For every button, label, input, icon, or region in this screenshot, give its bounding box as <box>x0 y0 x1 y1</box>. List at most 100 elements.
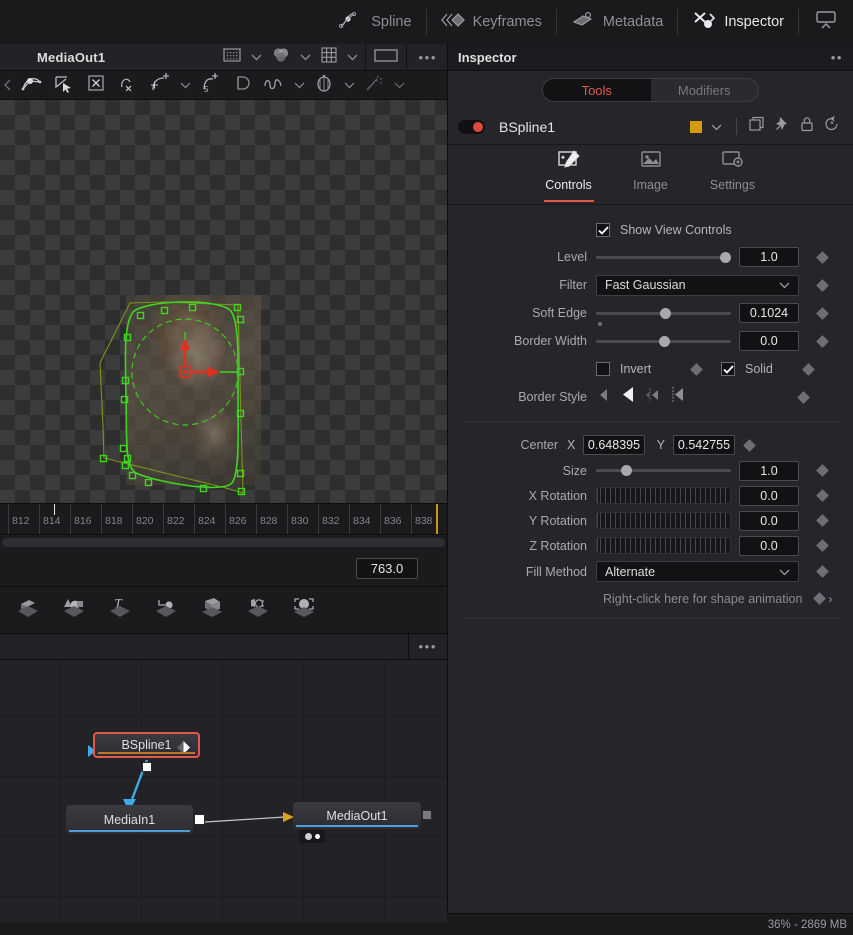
size-keyframe-button[interactable] <box>816 464 829 477</box>
onion-skin-dropdown[interactable] <box>340 71 358 99</box>
size-value-field[interactable]: 1.0 <box>739 460 799 481</box>
y-rotation-value-field[interactable]: 0.0 <box>739 510 799 531</box>
slider-knob[interactable] <box>660 307 671 319</box>
grid-button[interactable] <box>316 44 342 71</box>
node-mediaout1-view-badge[interactable] <box>299 830 325 843</box>
bezier-wave-button[interactable] <box>258 71 290 99</box>
3d-camera-button[interactable] <box>238 590 278 630</box>
level-value-field[interactable]: 1.0 <box>739 247 799 267</box>
select-arrow-button[interactable] <box>48 71 80 99</box>
invert-keyframe-button[interactable] <box>690 362 703 376</box>
z-rotation-value-field[interactable]: 0.0 <box>739 535 799 556</box>
magic-wand-dropdown[interactable] <box>390 71 408 99</box>
3d-text-button[interactable]: T <box>100 590 140 630</box>
border-width-slider[interactable] <box>596 329 731 354</box>
border-width-value-field[interactable]: 0.0 <box>739 331 799 351</box>
3d-transform-button[interactable] <box>146 590 186 630</box>
spline-overlay[interactable] <box>0 100 447 503</box>
slider-knob[interactable] <box>621 465 632 476</box>
roi-dropdown-button[interactable] <box>246 44 267 71</box>
node-mediaout1[interactable]: MediaOut1 <box>293 802 421 829</box>
soft-edge-keyframe-button[interactable] <box>816 306 829 320</box>
shape-animation-keyframe-button[interactable] <box>813 592 827 605</box>
smooth-remove-button[interactable] <box>112 71 144 99</box>
solid-keyframe-button[interactable] <box>801 362 815 376</box>
polyline-point-button[interactable] <box>16 71 48 99</box>
toolbar-item-spline[interactable]: Spline <box>325 0 425 44</box>
x-rotation-value-field[interactable]: 0.0 <box>739 485 799 506</box>
timeline-scrollbar[interactable] <box>2 538 445 547</box>
soft-edge-value-field[interactable]: 0.1024 <box>739 303 799 323</box>
copy-button[interactable] <box>746 116 768 138</box>
filter-dropdown[interactable]: Fast Gaussian <box>596 274 799 296</box>
center-y-field[interactable]: 0.542755 <box>673 435 735 455</box>
viewer-canvas[interactable] <box>0 100 447 503</box>
center-x-field[interactable]: 0.648395 <box>583 435 645 455</box>
node-bspline1-output-port[interactable] <box>142 762 152 772</box>
node-mediain1[interactable]: MediaIn1 <box>66 805 193 834</box>
timeline-ruler[interactable]: 812 814 816 818 820 822 824 826 828 830 … <box>0 503 447 535</box>
toolbar-scroll-left[interactable] <box>0 71 16 99</box>
shape-animation-hint[interactable]: Right-click here for shape animation <box>603 592 802 606</box>
fill-method-dropdown[interactable]: Alternate <box>596 561 799 582</box>
toolbar-item-inspector[interactable]: Inspector <box>678 0 798 44</box>
close-box-button[interactable] <box>80 71 112 99</box>
style-solid-bold-icon[interactable] <box>620 386 635 408</box>
panel-toggle-button[interactable] <box>799 0 853 44</box>
style-solid-left-icon[interactable] <box>596 387 610 408</box>
node-mediaout1-output-port[interactable] <box>422 810 432 820</box>
inspector-overflow-button[interactable]: •• <box>821 50 853 65</box>
3d-cube-button[interactable] <box>192 590 232 630</box>
reset-button[interactable] <box>821 115 843 138</box>
size-slider[interactable] <box>596 458 731 483</box>
tab-modifiers[interactable]: Modifiers <box>651 79 759 101</box>
soft-edge-slider[interactable] <box>596 301 731 326</box>
3d-shapes-button[interactable] <box>54 590 94 630</box>
subtab-image[interactable]: Image <box>620 148 682 202</box>
border-width-keyframe-button[interactable] <box>816 334 829 348</box>
node-graph[interactable]: BSpline1 MediaIn1 MediaOut1 <box>0 660 447 926</box>
subtab-settings[interactable]: Settings <box>702 148 764 202</box>
lock-button[interactable] <box>796 116 818 138</box>
filter-keyframe-button[interactable] <box>816 278 829 292</box>
node-bspline1[interactable]: BSpline1 <box>93 732 200 758</box>
node-graph-overflow-button[interactable]: ••• <box>409 639 447 654</box>
level-keyframe-button[interactable] <box>816 250 829 264</box>
color-channels-button[interactable] <box>267 44 295 71</box>
z-rotation-dial[interactable] <box>596 537 731 554</box>
viewer-overflow-button[interactable]: ••• <box>409 50 447 65</box>
style-dotted-small-icon[interactable] <box>645 387 660 408</box>
pin-button[interactable] <box>771 116 793 138</box>
tool-enable-toggle[interactable] <box>458 119 485 134</box>
toolbar-item-keyframes[interactable]: Keyframes <box>427 0 556 44</box>
tool-color-dropdown[interactable] <box>705 116 727 138</box>
tool-color-swatch[interactable] <box>690 120 702 133</box>
x-rotation-keyframe-button[interactable] <box>816 489 829 502</box>
insert-point-button[interactable] <box>144 71 176 99</box>
border-style-keyframe-button[interactable] <box>797 390 810 404</box>
bezier-dropdown[interactable] <box>290 71 308 99</box>
grid-dropdown-button[interactable] <box>342 44 363 71</box>
3d-render-button[interactable] <box>284 590 324 630</box>
current-frame-field[interactable]: 763.0 <box>356 558 418 579</box>
y-rotation-dial[interactable] <box>596 512 731 529</box>
toolbar-item-metadata[interactable]: Metadata <box>557 0 677 44</box>
level-slider[interactable] <box>596 245 731 270</box>
region-of-interest-button[interactable] <box>218 44 246 71</box>
duplicate-button[interactable] <box>226 71 258 99</box>
reduce-points-button[interactable]: 5 <box>194 71 226 99</box>
slider-knob[interactable] <box>720 251 731 263</box>
3d-plane-button[interactable] <box>8 590 48 630</box>
aspect-ratio-button[interactable] <box>368 44 404 71</box>
onion-skin-button[interactable] <box>308 71 340 99</box>
slider-knob[interactable] <box>659 335 670 347</box>
shape-animation-expand-icon[interactable]: › <box>828 592 832 606</box>
y-rotation-keyframe-button[interactable] <box>816 514 829 527</box>
timeline-end-marker[interactable] <box>436 504 438 534</box>
show-view-controls-checkbox[interactable] <box>596 223 610 237</box>
solid-checkbox[interactable] <box>721 362 735 376</box>
subtab-controls[interactable]: Controls <box>538 148 600 202</box>
magic-wand-button[interactable] <box>358 71 390 99</box>
insert-point-dropdown[interactable] <box>176 71 194 99</box>
timeline-playhead[interactable] <box>54 504 55 515</box>
